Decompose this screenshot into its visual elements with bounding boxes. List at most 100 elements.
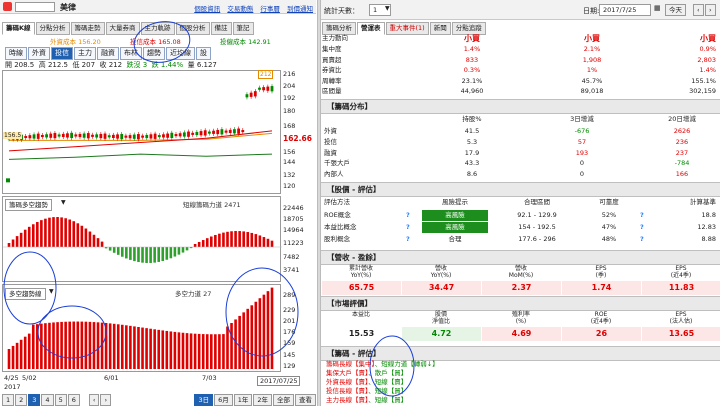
help-icon[interactable]: ? bbox=[406, 210, 414, 221]
stock-code-input[interactable] bbox=[15, 2, 55, 12]
today-button[interactable]: 今天 bbox=[665, 4, 686, 16]
chip-bar bbox=[230, 231, 233, 247]
valuation-row: ROE概念? 高風險 92.1 - 129.9 52%? 18.8 bbox=[322, 210, 720, 221]
bull-bear-bar bbox=[11, 345, 15, 369]
earnings-value: 2.37 bbox=[482, 281, 561, 295]
page-3[interactable]: 3 bbox=[28, 394, 41, 406]
range-2y[interactable]: 2年 bbox=[253, 394, 272, 406]
bull-bear-bar bbox=[153, 329, 156, 369]
btn-bollinger[interactable]: 布林 bbox=[120, 47, 142, 60]
bull-bear-bar bbox=[145, 328, 148, 369]
stats-dropdown-icon[interactable]: ▼ bbox=[385, 5, 390, 12]
dist-cell: 17.9 bbox=[464, 148, 480, 157]
mid-tick: 14964 bbox=[283, 226, 304, 234]
page-6[interactable]: 6 bbox=[67, 394, 80, 406]
btn-main[interactable]: 主力 bbox=[74, 47, 96, 60]
link-calendar[interactable]: 行事曆 bbox=[260, 5, 280, 13]
price-tick: 120 bbox=[283, 182, 296, 190]
bull-bear-bar bbox=[72, 321, 76, 369]
page-2[interactable]: 2 bbox=[15, 394, 28, 406]
range-1y[interactable]: 1年 bbox=[233, 394, 253, 406]
summary-cell: 1.4% bbox=[463, 45, 481, 53]
link-stock-info[interactable]: 個股資訊 bbox=[194, 5, 220, 13]
bull-bear-bar bbox=[92, 322, 96, 369]
market-value: 4.72 bbox=[402, 327, 481, 341]
help-icon[interactable]: ? bbox=[406, 222, 414, 233]
val-h-base: 計算基準 bbox=[690, 198, 716, 206]
btn-settings[interactable]: 設 bbox=[196, 47, 211, 60]
prev-day-button[interactable]: ‹ bbox=[693, 4, 704, 16]
tab-journal[interactable]: 筆記 bbox=[232, 22, 254, 35]
chip-trend-panel[interactable]: 籌碼多空趨勢 ▼ 短線籌碼力道 2471 bbox=[2, 196, 282, 282]
btn-ma[interactable]: 近均線 bbox=[166, 47, 195, 60]
dist-cell: 43.3 bbox=[464, 159, 480, 168]
link-price-alert[interactable]: 到價通知 bbox=[287, 5, 313, 13]
bull-bear-bar bbox=[197, 333, 201, 369]
summary-col-1: 小買 bbox=[464, 34, 480, 43]
next-day-button[interactable]: › bbox=[705, 4, 716, 16]
candle bbox=[182, 132, 186, 137]
bull-bear-panel[interactable]: 多空趨勢線 ▼ 多空力道 27 bbox=[2, 284, 281, 372]
help-icon[interactable]: ? bbox=[640, 222, 648, 233]
candle bbox=[40, 134, 44, 138]
help-icon[interactable]: ? bbox=[640, 210, 648, 221]
tab-main-force[interactable]: 主力軌跡 bbox=[140, 22, 175, 35]
range-view[interactable]: 查看 bbox=[295, 394, 316, 406]
help-icon[interactable]: ? bbox=[406, 234, 414, 245]
scroll-right-icon[interactable]: › bbox=[100, 394, 112, 406]
ohlc-open: 開 208.5 bbox=[5, 61, 35, 69]
dist-cell: 237 bbox=[675, 148, 689, 157]
date-input[interactable]: 2017/7/25 bbox=[599, 4, 651, 16]
bull-bear-bar bbox=[23, 336, 27, 369]
tab-branch[interactable]: 分點分析 bbox=[35, 22, 70, 35]
chip-trend-select[interactable]: 籌碼多空趨勢 bbox=[5, 199, 52, 211]
chip-eval-line: 主力長線【賣】、短線【買】 bbox=[326, 396, 716, 405]
price-chart-panel[interactable] bbox=[2, 70, 281, 194]
page-4[interactable]: 4 bbox=[41, 394, 54, 406]
page-1[interactable]: 1 bbox=[2, 394, 15, 406]
chip-bar bbox=[181, 247, 185, 253]
bull-bear-select[interactable]: 多空趨勢線 bbox=[5, 288, 46, 300]
range-all[interactable]: 全部 bbox=[273, 394, 294, 406]
scroll-left-icon[interactable]: ‹ bbox=[88, 394, 100, 406]
btn-trust[interactable]: 投信 bbox=[51, 47, 73, 60]
chip-trend-dropdown-icon[interactable]: ▼ bbox=[61, 199, 66, 206]
candle bbox=[86, 133, 90, 139]
bull-bear-dropdown-icon[interactable]: ▼ bbox=[49, 288, 54, 295]
calendar-icon[interactable]: ▦ bbox=[654, 4, 661, 12]
page-5[interactable]: 5 bbox=[54, 394, 67, 406]
range-6m[interactable]: 6月 bbox=[214, 394, 233, 406]
tab-stock-analysis[interactable]: 個股分析 bbox=[175, 22, 210, 35]
btn-trend[interactable]: 趨勢 bbox=[143, 47, 165, 60]
tab-broker[interactable]: 大量券商 bbox=[105, 22, 140, 35]
valuation-base: 12.83 bbox=[697, 223, 716, 231]
bull-bear-bar bbox=[185, 333, 189, 369]
candle bbox=[224, 130, 228, 133]
candle bbox=[53, 132, 57, 139]
window-icon bbox=[3, 2, 12, 11]
bull-bear-bar bbox=[80, 321, 84, 369]
btn-foreign[interactable]: 外資 bbox=[28, 47, 50, 60]
mid-tick: 22446 bbox=[283, 204, 304, 212]
link-trading[interactable]: 交易動態 bbox=[227, 5, 253, 13]
btn-margin[interactable]: 融資 bbox=[97, 47, 119, 60]
tab-chip-trend[interactable]: 籌碼走勢 bbox=[70, 22, 105, 35]
tab-chip-kline[interactable]: 籌碼K線 bbox=[2, 22, 35, 35]
help-icon[interactable]: ? bbox=[640, 234, 648, 245]
price-axis: 216 204 192 180 168 162.66 156 144 132 1… bbox=[283, 70, 316, 194]
price-tag-high: 212 bbox=[258, 70, 274, 79]
section-earnings: 【營收 - 盈餘】 bbox=[321, 250, 720, 265]
btn-timeline[interactable]: 時線 bbox=[5, 47, 27, 60]
bull-bear-bar bbox=[270, 287, 274, 369]
chip-bar bbox=[145, 247, 148, 263]
range-3d[interactable]: 3日 bbox=[194, 394, 214, 406]
candle bbox=[270, 86, 274, 92]
candle bbox=[149, 134, 153, 139]
left-tabbar: 籌碼K線 分點分析 籌碼走勢 大量券商 主力軌跡 個股分析 備註 筆記 bbox=[2, 22, 314, 35]
dist-cell: -784 bbox=[674, 159, 690, 168]
earnings-header: EPS (近4季) bbox=[670, 265, 692, 279]
tab-notes[interactable]: 備註 bbox=[210, 22, 232, 35]
candle bbox=[141, 135, 144, 138]
low-tick: 176 bbox=[283, 328, 296, 336]
bull-bear-bar bbox=[157, 329, 161, 369]
